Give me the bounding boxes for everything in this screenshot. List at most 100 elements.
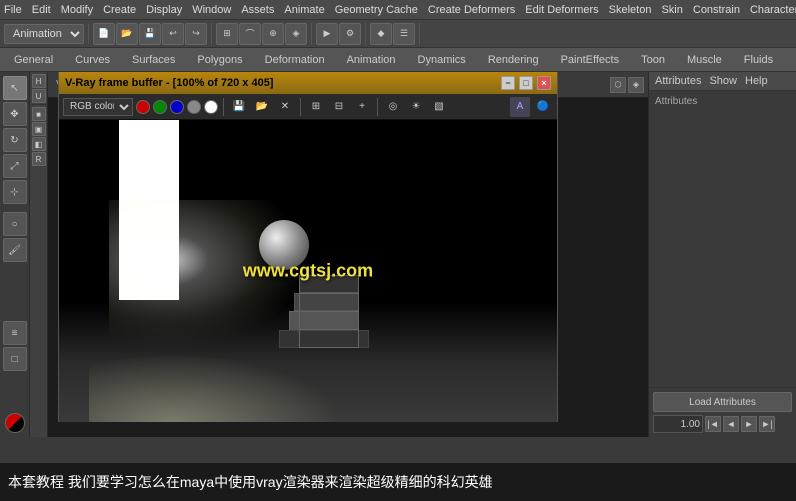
tab-curves[interactable]: Curves	[65, 49, 120, 71]
menu-character[interactable]: Character	[750, 4, 796, 16]
left-toolbar2: H U ■ ▣ ◧ R	[30, 72, 48, 437]
keyframe-button[interactable]: ◆	[370, 23, 392, 45]
vray-lens-button[interactable]: ◎	[383, 97, 403, 117]
tab-toon[interactable]: Toon	[631, 49, 675, 71]
vray-close-button[interactable]: ×	[537, 76, 551, 90]
tab-polygons[interactable]: Polygons	[187, 49, 252, 71]
render-scene: www.cgtsj.com	[59, 120, 557, 422]
vray-info-button[interactable]: 🔵	[533, 97, 553, 117]
menu-file[interactable]: File	[4, 4, 22, 16]
menu-constrain[interactable]: Constrain	[693, 4, 740, 16]
tb2-btn-5[interactable]: ◧	[32, 137, 46, 151]
menu-window[interactable]: Window	[192, 4, 231, 16]
menu-edit[interactable]: Edit	[32, 4, 51, 16]
nav-last-button[interactable]: ►|	[759, 416, 775, 432]
display-layer-button[interactable]: ≡	[3, 321, 27, 345]
open-scene-button[interactable]: 📂	[116, 23, 138, 45]
vray-regions-button[interactable]: ⊟	[329, 97, 349, 117]
load-attributes-button[interactable]: Load Attributes	[653, 392, 792, 412]
tb2-btn-3[interactable]: ■	[32, 107, 46, 121]
timeline-button[interactable]: ☰	[393, 23, 415, 45]
vray-maximize-button[interactable]: □	[519, 76, 533, 90]
tab-rendering[interactable]: Rendering	[478, 49, 549, 71]
menu-edit-deformers[interactable]: Edit Deformers	[525, 4, 598, 16]
snap-point-button[interactable]: ⊕	[262, 23, 284, 45]
move-tool-button[interactable]: ✥	[3, 102, 27, 126]
attr-tab-show[interactable]: Show	[709, 75, 737, 87]
vray-render-canvas: www.cgtsj.com	[59, 120, 557, 422]
viewport-icon2[interactable]: ◈	[628, 77, 644, 93]
nav-next-button[interactable]: ►	[741, 416, 757, 432]
tab-muscle[interactable]: Muscle	[677, 49, 732, 71]
render-floor-light	[89, 342, 369, 422]
paint-tool-button[interactable]: 🖌	[3, 238, 27, 262]
attr-tab-attributes[interactable]: Attributes	[655, 75, 701, 87]
vray-settings-button[interactable]: A	[510, 97, 530, 117]
vray-titlebar[interactable]: V-Ray frame buffer - [100% of 720 x 405]…	[59, 72, 557, 94]
tb2-btn-4[interactable]: ▣	[32, 122, 46, 136]
tab-fluids[interactable]: Fluids	[734, 49, 783, 71]
vray-compare-button[interactable]: ⊞	[306, 97, 326, 117]
vray-toolbar: RGB color 💾 📂 ✕ ⊞ ⊟ + ◎ ☀ ▧	[59, 94, 557, 120]
render-settings-button[interactable]: ⚙	[339, 23, 361, 45]
save-scene-button[interactable]: 💾	[139, 23, 161, 45]
tab-fur[interactable]: Fur	[785, 49, 796, 71]
redo-button[interactable]: ↪	[185, 23, 207, 45]
snap-curve-button[interactable]: ⌒	[239, 23, 261, 45]
menu-assets[interactable]: Assets	[241, 4, 274, 16]
attr-tab-help[interactable]: Help	[745, 75, 768, 87]
tb2-btn-2[interactable]: U	[32, 89, 46, 103]
nav-prev-button[interactable]: ◄	[723, 416, 739, 432]
vray-correction-button[interactable]: ▧	[429, 97, 449, 117]
render-block-1	[299, 275, 359, 293]
vray-blue-swatch[interactable]	[170, 100, 184, 114]
vray-clear-button[interactable]: ✕	[275, 97, 295, 117]
vray-channel-dropdown[interactable]: RGB color	[63, 98, 133, 116]
menu-create-deformers[interactable]: Create Deformers	[428, 4, 515, 16]
tab-animation[interactable]: Animation	[337, 49, 406, 71]
tab-dynamics[interactable]: Dynamics	[408, 49, 476, 71]
vray-exposure-button[interactable]: ☀	[406, 97, 426, 117]
nav-first-button[interactable]: |◄	[705, 416, 721, 432]
animation-mode-dropdown[interactable]: Animation Modeling Rigging Rendering	[4, 24, 84, 44]
tab-general[interactable]: General	[4, 49, 63, 71]
new-scene-button[interactable]: 📄	[93, 23, 115, 45]
select-tool-button[interactable]: ↖	[3, 76, 27, 100]
tb2-btn-1[interactable]: H	[32, 74, 46, 88]
undo-button[interactable]: ↩	[162, 23, 184, 45]
vray-minimize-button[interactable]: −	[501, 76, 515, 90]
attribute-editor-header: Attributes Show Help	[649, 72, 796, 91]
tb2-btn-6[interactable]: R	[32, 152, 46, 166]
channel-box-button[interactable]: □	[3, 347, 27, 371]
vray-green-swatch[interactable]	[153, 100, 167, 114]
snap-surface-button[interactable]: ◈	[285, 23, 307, 45]
tab-painteffects[interactable]: PaintEffects	[551, 49, 630, 71]
subtitle-text: 本套教程 我们要学习怎么在maya中使用vray渲染器来渲染超级精细的科幻英雄	[8, 472, 493, 492]
tab-deformation[interactable]: Deformation	[255, 49, 335, 71]
menu-modify[interactable]: Modify	[61, 4, 93, 16]
menu-skeleton[interactable]: Skeleton	[609, 4, 652, 16]
menu-create[interactable]: Create	[103, 4, 136, 16]
rotate-tool-button[interactable]: ↻	[3, 128, 27, 152]
vray-titlebar-controls: − □ ×	[501, 76, 551, 90]
tab-surfaces[interactable]: Surfaces	[122, 49, 185, 71]
vray-load-button[interactable]: 📂	[252, 97, 272, 117]
menu-display[interactable]: Display	[146, 4, 182, 16]
vray-white-swatch[interactable]	[204, 100, 218, 114]
menu-skin[interactable]: Skin	[661, 4, 682, 16]
viewport-icon1[interactable]: ⬡	[610, 77, 626, 93]
menu-animate[interactable]: Animate	[284, 4, 324, 16]
icon-toolbar: Animation Modeling Rigging Rendering 📄 📂…	[0, 20, 796, 48]
scale-tool-button[interactable]: ⤢	[3, 154, 27, 178]
vray-grey-swatch[interactable]	[187, 100, 201, 114]
vray-red-swatch[interactable]	[136, 100, 150, 114]
snap-grid-button[interactable]: ⊞	[216, 23, 238, 45]
vray-save-button[interactable]: 💾	[229, 97, 249, 117]
soft-select-button[interactable]: ○	[3, 212, 27, 236]
menu-geocache[interactable]: Geometry Cache	[335, 4, 418, 16]
toolbar-group-render: ▶ ⚙	[316, 23, 366, 45]
attribute-value-input[interactable]	[653, 415, 703, 433]
universal-manip-button[interactable]: ⊹	[3, 180, 27, 204]
vray-pixel-info-button[interactable]: +	[352, 97, 372, 117]
render-current-button[interactable]: ▶	[316, 23, 338, 45]
